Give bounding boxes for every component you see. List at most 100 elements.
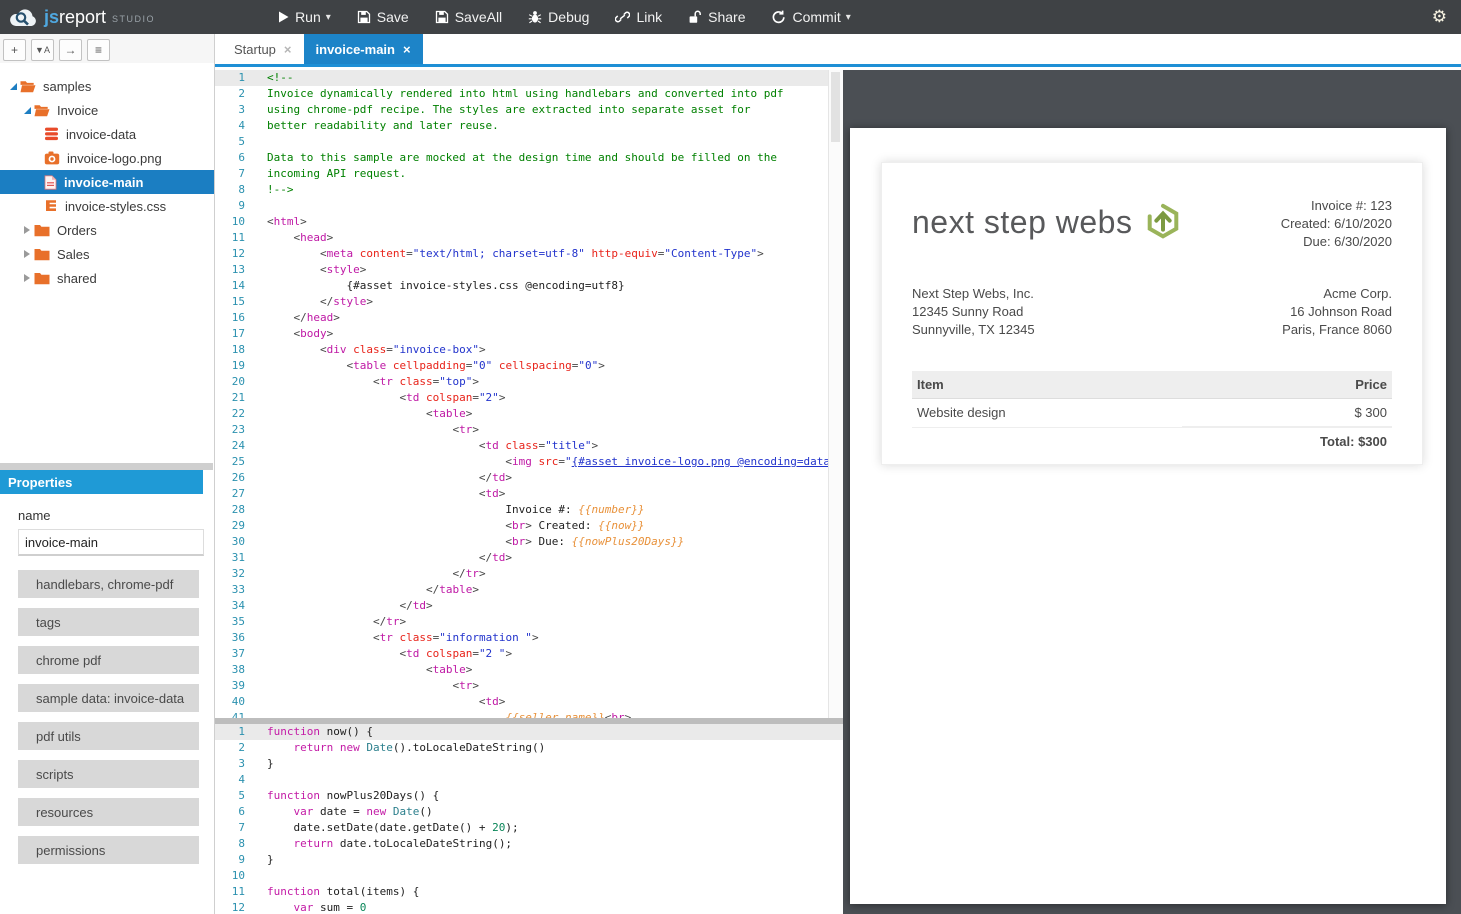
line-number: 25 bbox=[215, 454, 259, 470]
code-line: 13 <style> bbox=[215, 262, 843, 278]
line-number: 24 bbox=[215, 438, 259, 454]
settings-gear-icon[interactable]: ⚙ bbox=[1432, 0, 1447, 34]
invoice-box: next step webs Invoice #: 123Created: 6/… bbox=[881, 162, 1423, 465]
properties-section-handlebars-chrome-pdf[interactable]: handlebars, chrome-pdf bbox=[18, 570, 199, 598]
code-line: 6Data to this sample are mocked at the d… bbox=[215, 150, 843, 166]
tab-close-icon[interactable]: × bbox=[284, 42, 292, 57]
code-line: 24 <td class="title"> bbox=[215, 438, 843, 454]
line-number: 39 bbox=[215, 678, 259, 694]
toolbar-link-button[interactable]: Link bbox=[615, 9, 662, 25]
code-line: 5function nowPlus20Days() { bbox=[215, 788, 843, 804]
code-line: 29 <br> Created: {{now}} bbox=[215, 518, 843, 534]
code-line: 12 var sum = 0 bbox=[215, 900, 843, 914]
properties-section-resources[interactable]: resources bbox=[18, 798, 199, 826]
line-number: 34 bbox=[215, 598, 259, 614]
tab-close-icon[interactable]: × bbox=[403, 42, 411, 57]
toolbar-run-button[interactable]: Run▾ bbox=[278, 9, 331, 25]
tree-item-invoice[interactable]: Invoice bbox=[0, 98, 214, 122]
toolbar-commit-button[interactable]: Commit▾ bbox=[771, 9, 850, 25]
line-number: 2 bbox=[215, 740, 259, 756]
line-number: 41 bbox=[215, 710, 259, 718]
line-number: 3 bbox=[215, 756, 259, 772]
line-number: 4 bbox=[215, 118, 259, 134]
line-number: 10 bbox=[215, 214, 259, 230]
code-line: 40 <td> bbox=[215, 694, 843, 710]
horizontal-splitter[interactable] bbox=[0, 463, 213, 470]
line-number: 27 bbox=[215, 486, 259, 502]
code-line: 20 <tr class="top"> bbox=[215, 374, 843, 390]
tree-item-shared[interactable]: shared bbox=[0, 266, 214, 290]
code-line: 15 </style> bbox=[215, 294, 843, 310]
caret-expanded-icon[interactable] bbox=[6, 83, 20, 90]
seller-line: Next Step Webs, Inc. bbox=[912, 285, 1035, 303]
buyer-address: Acme Corp.16 Johnson RoadParis, France 8… bbox=[1282, 285, 1392, 339]
code-line: 7incoming API request. bbox=[215, 166, 843, 182]
code-line: 23 <tr> bbox=[215, 422, 843, 438]
entity-tree: samplesInvoiceinvoice-datainvoice-logo.p… bbox=[0, 74, 214, 290]
invoice-items-table: ItemPriceWebsite design$ 300Total: $300 bbox=[912, 371, 1392, 455]
code-line: 37 <td colspan="2 "> bbox=[215, 646, 843, 662]
line-number: 14 bbox=[215, 278, 259, 294]
properties-section-tags[interactable]: tags bbox=[18, 608, 199, 636]
buyer-line: Acme Corp. bbox=[1282, 285, 1392, 303]
sidebar-collapse-button[interactable]: → bbox=[59, 39, 82, 61]
code-line: 12 <meta content="text/html; charset=utf… bbox=[215, 246, 843, 262]
code-line: 4better readability and later reuse. bbox=[215, 118, 843, 134]
code-line: 19 <table cellpadding="0" cellspacing="0… bbox=[215, 358, 843, 374]
line-number: 11 bbox=[215, 230, 259, 246]
sidebar-menu-button[interactable]: ≡ bbox=[87, 39, 110, 61]
logo-studio: STUDIO bbox=[112, 14, 155, 24]
folder-open-icon bbox=[20, 80, 36, 93]
seller-line: Sunnyville, TX 12345 bbox=[912, 321, 1035, 339]
properties-section-permissions[interactable]: permissions bbox=[18, 836, 199, 864]
caret-expanded-icon[interactable] bbox=[20, 107, 34, 114]
toolbar-saveall-button[interactable]: SaveAll bbox=[435, 9, 502, 25]
line-number: 29 bbox=[215, 518, 259, 534]
code-editor-main[interactable]: 1<!--2Invoice dynamically rendered into … bbox=[215, 70, 843, 718]
toolbar-save-button[interactable]: Save bbox=[357, 9, 409, 25]
line-number: 11 bbox=[215, 884, 259, 900]
tree-item-sales[interactable]: Sales bbox=[0, 242, 214, 266]
sidebar-filter-button[interactable]: ▼A bbox=[31, 39, 54, 61]
properties-section-scripts[interactable]: scripts bbox=[18, 760, 199, 788]
code-line: 26 </td> bbox=[215, 470, 843, 486]
code-line: 3using chrome-pdf recipe. The styles are… bbox=[215, 102, 843, 118]
code-line: 39 <tr> bbox=[215, 678, 843, 694]
properties-section-pdf-utils[interactable]: pdf utils bbox=[18, 722, 199, 750]
properties-section-sample-data-invoice-data[interactable]: sample data: invoice-data bbox=[18, 684, 199, 712]
tab-invoice-main[interactable]: invoice-main× bbox=[304, 34, 423, 64]
line-number: 1 bbox=[215, 724, 259, 740]
line-number: 31 bbox=[215, 550, 259, 566]
share-icon bbox=[688, 10, 702, 24]
line-number: 8 bbox=[215, 182, 259, 198]
invoice-meta-line: Invoice #: 123 bbox=[1281, 197, 1392, 215]
toolbar-buttons: Run▾ Save SaveAll Debug Link Share Commit▾ bbox=[265, 9, 864, 25]
tree-item-orders[interactable]: Orders bbox=[0, 218, 214, 242]
line-number: 5 bbox=[215, 134, 259, 150]
tree-item-samples[interactable]: samples bbox=[0, 74, 214, 98]
code-line: 35 </tr> bbox=[215, 614, 843, 630]
editor-scrollbar[interactable] bbox=[828, 70, 843, 718]
scrollbar-thumb[interactable] bbox=[831, 72, 840, 142]
caret-down-icon: ▾ bbox=[326, 12, 331, 23]
tree-item-invoice-data[interactable]: invoice-data bbox=[0, 122, 214, 146]
tab-startup[interactable]: Startup× bbox=[222, 34, 304, 64]
code-line: 32 </tr> bbox=[215, 566, 843, 582]
name-input[interactable] bbox=[18, 529, 204, 556]
caret-collapsed-icon[interactable] bbox=[20, 250, 34, 258]
properties-panel: Properties name handlebars, chrome-pdfta… bbox=[0, 463, 213, 914]
toolbar-debug-button[interactable]: Debug bbox=[528, 9, 589, 25]
tree-item-invoice-main[interactable]: invoice-main bbox=[0, 170, 214, 194]
caret-collapsed-icon[interactable] bbox=[20, 226, 34, 234]
code-line: 1function now() { bbox=[215, 724, 843, 740]
toolbar-share-button[interactable]: Share bbox=[688, 9, 745, 25]
code-editor-helpers[interactable]: 1function now() {2 return new Date().toL… bbox=[215, 724, 843, 914]
line-number: 38 bbox=[215, 662, 259, 678]
properties-section-chrome-pdf[interactable]: chrome pdf bbox=[18, 646, 199, 674]
caret-collapsed-icon[interactable] bbox=[20, 274, 34, 282]
line-number: 1 bbox=[215, 70, 259, 86]
tree-item-invoice-logo-png[interactable]: invoice-logo.png bbox=[0, 146, 214, 170]
jsreport-logo: jsreport STUDIO bbox=[8, 6, 155, 28]
sidebar-add-button[interactable]: + bbox=[3, 39, 26, 61]
tree-item-invoice-styles-css[interactable]: invoice-styles.css bbox=[0, 194, 214, 218]
